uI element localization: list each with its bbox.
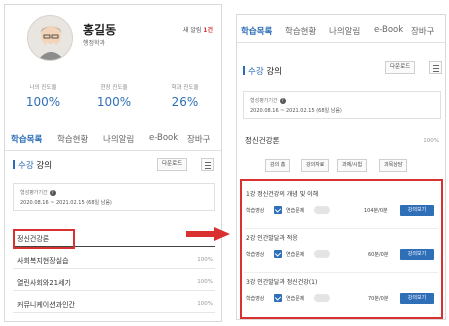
course-percent: 100% — [197, 257, 213, 263]
quiz-toggle[interactable] — [314, 206, 330, 214]
course-row[interactable]: 열린사회와21세기 100% — [13, 275, 215, 291]
quiz-toggle[interactable] — [314, 250, 330, 258]
notification-count: 1건 — [203, 27, 213, 34]
stat-value: 26% — [171, 95, 199, 109]
section-title-rest: 강의 — [263, 67, 282, 77]
lecture-duration: 60분/0분 — [368, 252, 389, 258]
stat-my-progress: 나의 진도율 100% — [7, 83, 79, 109]
video-label: 학습영상 — [246, 252, 265, 258]
view-lecture-button[interactable]: 강의보기 — [400, 205, 434, 216]
evaluation-period-box: 형성평가기간? 2020.08.16 ~ 2021.02.15 (68일 남음) — [243, 91, 441, 119]
highlight-box — [13, 229, 75, 249]
section-title: 수강 강의 — [13, 159, 52, 171]
period-label-text: 형성평가기간 — [250, 98, 278, 104]
quiz-label: 연습문제 — [286, 296, 305, 302]
course-name: 커뮤니케이션과인간 — [17, 301, 75, 309]
lecture-controls: 학습영상 연습문제 104분/0분 강의보기 — [246, 205, 436, 217]
notification-label: 새 알림 — [182, 27, 202, 34]
right-arrow-icon — [186, 227, 230, 241]
lecture-title: 2강 인간발달과 적응 — [246, 235, 298, 242]
section-title-rest: 강의 — [33, 161, 52, 171]
tab-notifications[interactable]: 나의알림 — [329, 25, 360, 37]
main-tabs: 학습목록 학습현황 나의알림 e-Book 장바구 — [237, 21, 445, 43]
view-lecture-button[interactable]: 강의보기 — [400, 249, 434, 260]
lecture-item: 1강 정신건강의 개념 및 이해 학습영상 연습문제 104분/0분 강의보기 — [244, 185, 438, 229]
tab-course-list[interactable]: 학습목록 — [241, 25, 272, 37]
help-icon[interactable]: ? — [49, 190, 56, 196]
lecture-duration: 104분/0분 — [364, 208, 388, 214]
course-name: 사회복지현장실습 — [17, 257, 69, 265]
quiz-label: 연습문제 — [286, 208, 305, 214]
download-button[interactable]: 다운로드 — [157, 158, 188, 171]
period-label: 형성평가기간? — [20, 189, 56, 196]
tab-ebook[interactable]: e-Book — [374, 25, 403, 35]
download-button[interactable]: 다운로드 — [385, 61, 416, 74]
stat-label: 현장 진도율 — [100, 85, 128, 91]
tab-cart[interactable]: 장바구 — [411, 25, 434, 37]
lecture-title: 3강 인간발달과 정신건강(1) — [246, 279, 318, 286]
section-title-highlight: 수강 — [18, 161, 34, 171]
lecture-duration: 70분/0분 — [368, 296, 389, 302]
lecture-controls: 학습영상 연습문제 60분/0분 강의보기 — [246, 249, 436, 261]
evaluation-period-box: 형성평가기간? 2020.08.16 ~ 2021.02.15 (68일 남음) — [13, 183, 215, 211]
user-name: 홍길동 — [83, 23, 117, 37]
lecture-title: 1강 정신건강의 개념 및 이해 — [246, 191, 319, 198]
section-title-highlight: 수강 — [248, 67, 264, 77]
period-label-text: 형성평가기간 — [20, 190, 48, 196]
stat-label: 학과 진도율 — [171, 85, 199, 91]
course-name[interactable]: 정신건강론 — [245, 135, 280, 146]
profile-card: 홍길동 행정학과 새 알림 1건 — [5, 5, 221, 77]
filter-materials[interactable]: 강의자료 — [301, 159, 330, 172]
main-tabs: 학습목록 학습현황 나의알림 e-Book 장바구 — [5, 129, 221, 151]
view-lecture-button[interactable]: 강의보기 — [400, 293, 434, 304]
course-percent: 100% — [423, 138, 439, 144]
mobile-screen-course-detail: 학습목록 학습현황 나의알림 e-Book 장바구 수강 강의 다운로드 형성평… — [236, 14, 446, 320]
tab-learning-status[interactable]: 학습현황 — [285, 25, 316, 37]
stat-dept-progress: 학과 진도율 26% — [149, 83, 221, 109]
quiz-label: 연습문제 — [286, 252, 305, 258]
filter-lecture-home[interactable]: 강의 홈 — [265, 159, 291, 172]
help-icon[interactable]: ? — [279, 98, 286, 104]
stat-value: 100% — [25, 95, 61, 109]
period-value: 2020.08.16 ~ 2021.02.15 (68일 남음) — [250, 108, 342, 114]
lecture-item: 2강 인간발달과 적응 학습영상 연습문제 60분/0분 강의보기 — [244, 229, 438, 273]
section-title: 수강 강의 — [243, 65, 282, 77]
stat-label: 나의 진도율 — [29, 85, 57, 91]
tab-course-list[interactable]: 학습목록 — [11, 133, 42, 145]
video-checkbox[interactable] — [274, 250, 282, 258]
period-value: 2020.08.16 ~ 2021.02.15 (68일 남음) — [20, 200, 112, 206]
title-bar — [13, 160, 15, 169]
tab-ebook[interactable]: e-Book — [149, 133, 178, 143]
menu-icon[interactable] — [429, 61, 442, 74]
video-label: 학습영상 — [246, 208, 265, 214]
filter-assignments[interactable]: 과제/시험 — [337, 159, 368, 172]
course-percent: 100% — [197, 301, 213, 307]
video-checkbox[interactable] — [274, 206, 282, 214]
period-label: 형성평가기간? — [250, 97, 286, 104]
notification-link[interactable]: 새 알림 1건 — [183, 25, 213, 34]
title-bar — [243, 66, 245, 75]
avatar — [27, 15, 73, 61]
course-row[interactable]: 사회복지현장실습 100% — [13, 253, 215, 269]
lecture-item: 3강 인간발달과 정신건강(1) 학습영상 연습문제 70분/0분 강의보기 — [244, 273, 438, 317]
tab-cart[interactable]: 장바구 — [187, 133, 210, 145]
user-department: 행정학과 — [83, 40, 106, 47]
mobile-screen-course-list: 홍길동 행정학과 새 알림 1건 나의 진도율 100% 현장 진도율 100%… — [4, 4, 222, 322]
course-name: 열린사회와21세기 — [17, 279, 71, 287]
lecture-controls: 학습영상 연습문제 70분/0분 강의보기 — [246, 293, 436, 305]
tab-learning-status[interactable]: 학습현황 — [57, 133, 88, 145]
stat-value: 100% — [96, 95, 132, 109]
video-label: 학습영상 — [246, 296, 265, 302]
course-row[interactable]: 커뮤니케이션과인간 100% — [13, 297, 215, 313]
menu-icon[interactable] — [201, 158, 214, 171]
course-percent: 100% — [197, 279, 213, 285]
progress-stats: 나의 진도율 100% 현장 진도율 100% 학과 진도율 26% — [5, 83, 221, 123]
quiz-toggle[interactable] — [314, 294, 330, 302]
filter-consultation[interactable]: 과목상담 — [379, 159, 408, 172]
tab-notifications[interactable]: 나의알림 — [103, 133, 134, 145]
video-checkbox[interactable] — [274, 294, 282, 302]
stat-site-progress: 현장 진도율 100% — [78, 83, 150, 109]
